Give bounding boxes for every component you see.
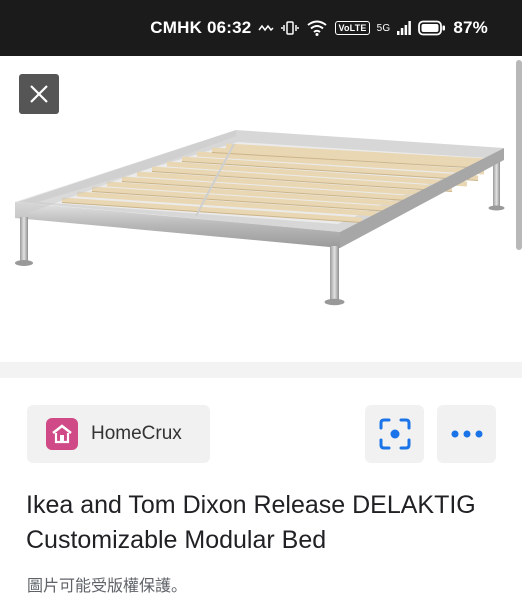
- activity-icon: [258, 24, 274, 32]
- close-button[interactable]: [19, 74, 59, 114]
- close-icon: [30, 85, 48, 103]
- lens-search-button[interactable]: [365, 405, 424, 463]
- viewer-divider: [0, 362, 522, 378]
- vibrate-icon: [281, 21, 300, 35]
- result-title[interactable]: Ikea and Tom Dixon Release DELAKTIG Cust…: [26, 488, 506, 558]
- network-type: 5G: [376, 22, 391, 34]
- house-icon: [46, 418, 78, 450]
- source-chip[interactable]: HomeCrux: [27, 405, 210, 463]
- wifi-icon: [307, 20, 328, 36]
- carrier-time: CMHK 06:32: [150, 18, 252, 37]
- battery-percent: 87%: [453, 18, 488, 37]
- status-bar: CMHK 06:32 VoLTE 5G 87%: [0, 0, 522, 56]
- more-dots-icon: [451, 430, 482, 438]
- signal-icon: [397, 21, 412, 35]
- volte-badge: VoLTE: [335, 21, 370, 35]
- status-indicators: CMHK 06:32 VoLTE 5G 87%: [150, 0, 488, 56]
- more-options-button[interactable]: [437, 405, 496, 463]
- bed-image: [15, 130, 505, 306]
- lens-search-icon: [379, 418, 410, 450]
- battery-icon: [418, 20, 446, 36]
- source-name: HomeCrux: [91, 423, 182, 444]
- copyright-note: 圖片可能受版權保護。: [27, 576, 188, 595]
